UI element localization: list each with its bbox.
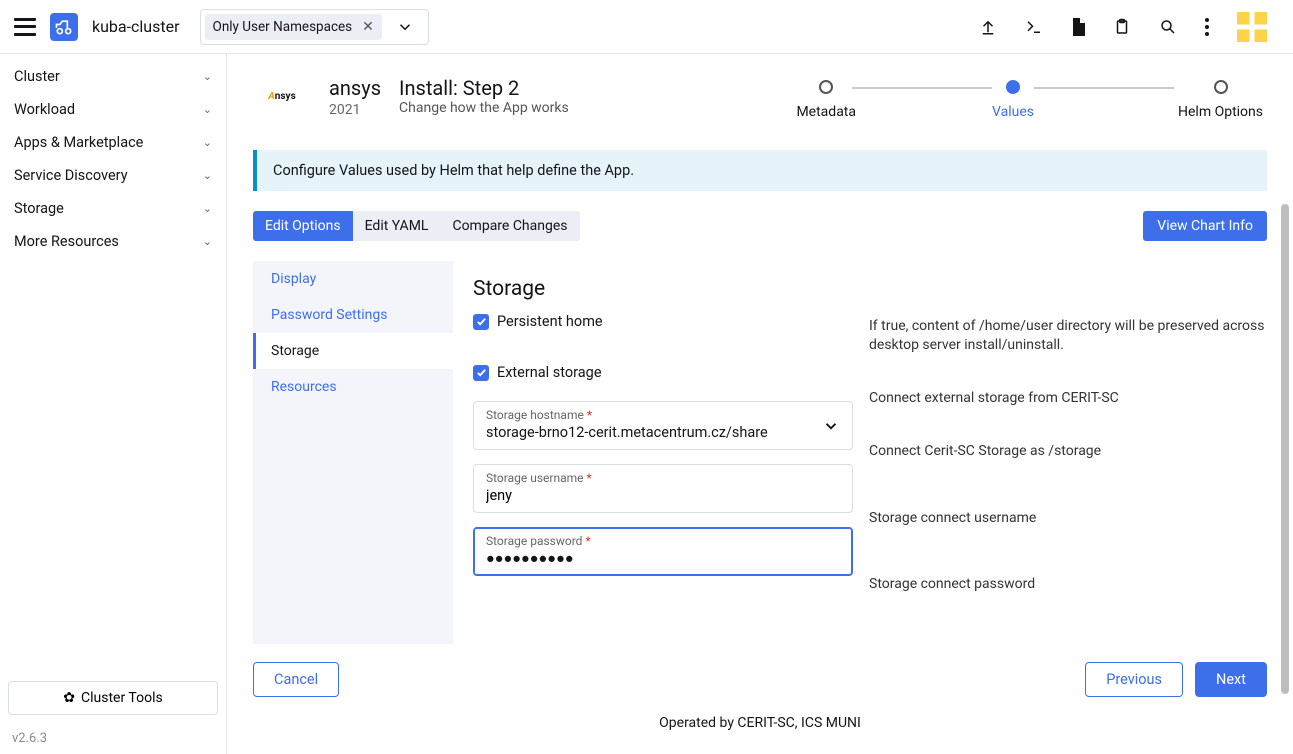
namespace-chip-label: Only User Namespaces xyxy=(213,19,353,35)
sidebar-item-cluster[interactable]: Cluster ⌄ xyxy=(0,60,226,93)
previous-button[interactable]: Previous xyxy=(1085,662,1183,697)
namespace-dropdown-caret[interactable] xyxy=(382,18,428,36)
storage-hostname-field[interactable]: Storage hostname * storage-brno12-cerit.… xyxy=(473,401,853,450)
gear-icon: ✿ xyxy=(63,690,75,706)
chevron-down-icon: ⌄ xyxy=(203,169,212,182)
step-label: Values xyxy=(992,104,1034,120)
persistent-home-row: Persistent home xyxy=(473,313,853,330)
tabs-row: Edit Options Edit YAML Compare Changes V… xyxy=(253,211,1267,241)
sidebar-item-label: Apps & Marketplace xyxy=(14,134,143,151)
page-subtitle: Change how the App works xyxy=(399,100,569,116)
app-logo: Ansys xyxy=(253,76,311,116)
step-connector xyxy=(1034,87,1174,89)
rancher-logo[interactable] xyxy=(50,13,78,41)
chevron-down-icon: ⌄ xyxy=(203,202,212,215)
sidebar-item-workload[interactable]: Workload ⌄ xyxy=(0,93,226,126)
main: Ansys ansys 2021 Install: Step 2 Change … xyxy=(227,54,1293,754)
cluster-name[interactable]: kuba-cluster xyxy=(92,17,180,36)
namespace-filter[interactable]: Only User Namespaces ✕ xyxy=(200,9,429,45)
step-label: Helm Options xyxy=(1178,104,1263,120)
sidebar-item-label: Storage xyxy=(14,200,64,217)
step-helm-options[interactable]: Helm Options xyxy=(1178,80,1267,120)
chevron-down-icon: ⌄ xyxy=(203,235,212,248)
storage-hostname-value: storage-brno12-cerit.metacentrum.cz/shar… xyxy=(486,424,840,441)
upload-icon[interactable] xyxy=(979,18,997,36)
persistent-home-label: Persistent home xyxy=(497,313,603,330)
tabs: Edit Options Edit YAML Compare Changes xyxy=(253,211,580,241)
stepper: Metadata Values Helm Options xyxy=(587,76,1267,120)
storage-password-field[interactable]: Storage password * ●●●●●●●●●● xyxy=(473,527,853,576)
help-password: Storage connect password xyxy=(869,575,1267,594)
help-username: Storage connect username xyxy=(869,509,1267,528)
cluster-tools-button[interactable]: ✿ Cluster Tools xyxy=(8,681,218,715)
sidebar: Cluster ⌄ Workload ⌄ Apps & Marketplace ⌄ S… xyxy=(0,54,227,754)
gift-icon[interactable] xyxy=(1237,12,1267,42)
form-nav: Display Password Settings Storage Resour… xyxy=(253,261,453,644)
storage-username-input[interactable] xyxy=(486,487,840,504)
page-title: Install: Step 2 xyxy=(399,76,569,100)
sidebar-item-label: Service Discovery xyxy=(14,167,128,184)
storage-username-field[interactable]: Storage username * xyxy=(473,464,853,513)
section-title: Storage xyxy=(473,277,853,301)
field-label: Storage password xyxy=(486,534,582,548)
storage-password-input[interactable]: ●●●●●●●●●● xyxy=(486,550,840,567)
chevron-down-icon: ⌄ xyxy=(203,70,212,83)
view-chart-info-button[interactable]: View Chart Info xyxy=(1143,211,1267,241)
chevron-down-icon[interactable] xyxy=(822,417,840,435)
sidebar-item-apps[interactable]: Apps & Marketplace ⌄ xyxy=(0,126,226,159)
tab-edit-options[interactable]: Edit Options xyxy=(253,211,353,241)
sidebar-item-label: More Resources xyxy=(14,233,119,250)
page-header: Ansys ansys 2021 Install: Step 2 Change … xyxy=(253,76,1267,120)
persistent-home-checkbox[interactable] xyxy=(473,314,489,330)
sidebar-item-more-resources[interactable]: More Resources ⌄ xyxy=(0,225,226,258)
operated-by: Operated by CERIT-SC, ICS MUNI xyxy=(227,715,1293,737)
chevron-down-icon: ⌄ xyxy=(203,103,212,116)
app-year: 2021 xyxy=(329,102,381,118)
form-nav-resources[interactable]: Resources xyxy=(253,369,453,405)
step-connector xyxy=(852,87,992,89)
namespace-chip-remove[interactable]: ✕ xyxy=(362,19,374,35)
tab-compare-changes[interactable]: Compare Changes xyxy=(440,211,579,241)
sidebar-item-storage[interactable]: Storage ⌄ xyxy=(0,192,226,225)
step-label: Metadata xyxy=(796,104,856,120)
external-storage-checkbox[interactable] xyxy=(473,365,489,381)
tab-edit-yaml[interactable]: Edit YAML xyxy=(353,211,441,241)
sidebar-item-label: Workload xyxy=(14,101,75,118)
footer: Cancel Previous Next xyxy=(227,644,1293,715)
next-button[interactable]: Next xyxy=(1195,662,1267,697)
field-label: Storage username xyxy=(486,471,584,485)
file-icon[interactable] xyxy=(1071,18,1085,36)
help-persistent-home: If true, content of /home/user directory… xyxy=(869,317,1267,355)
step-metadata[interactable]: Metadata xyxy=(796,80,856,120)
help-hostname: Connect Cerit-SC Storage as /storage xyxy=(869,442,1267,461)
scrollbar-thumb[interactable] xyxy=(1281,204,1289,694)
external-storage-row: External storage xyxy=(473,364,853,381)
app-name: ansys xyxy=(329,76,381,100)
search-icon[interactable] xyxy=(1159,18,1177,36)
chevron-down-icon: ⌄ xyxy=(203,136,212,149)
topbar: kuba-cluster Only User Namespaces ✕ xyxy=(0,0,1293,54)
sidebar-nav: Cluster ⌄ Workload ⌄ Apps & Marketplace ⌄ S… xyxy=(0,54,226,673)
help-external-storage: Connect external storage from CERIT-SC xyxy=(869,389,1267,408)
namespace-chip: Only User Namespaces ✕ xyxy=(205,14,382,40)
cluster-tools-label: Cluster Tools xyxy=(81,690,163,706)
kebab-icon[interactable] xyxy=(1205,18,1209,36)
field-label: Storage hostname xyxy=(486,408,584,422)
cancel-button[interactable]: Cancel xyxy=(253,662,339,697)
clipboard-icon[interactable] xyxy=(1113,18,1131,36)
menu-icon[interactable] xyxy=(14,18,36,36)
sidebar-item-service-discovery[interactable]: Service Discovery ⌄ xyxy=(0,159,226,192)
form-area: Display Password Settings Storage Resour… xyxy=(253,261,1267,644)
version-label: v2.6.3 xyxy=(0,723,226,754)
external-storage-label: External storage xyxy=(497,364,602,381)
topbar-actions xyxy=(979,12,1267,42)
info-banner: Configure Values used by Helm that help … xyxy=(253,150,1267,191)
form-nav-password-settings[interactable]: Password Settings xyxy=(253,297,453,333)
terminal-icon[interactable] xyxy=(1025,18,1043,36)
form-nav-storage[interactable]: Storage xyxy=(253,333,453,369)
help-column: If true, content of /home/user directory… xyxy=(869,277,1267,628)
step-values[interactable]: Values xyxy=(992,80,1034,120)
sidebar-item-label: Cluster xyxy=(14,68,60,85)
form-nav-display[interactable]: Display xyxy=(253,261,453,297)
